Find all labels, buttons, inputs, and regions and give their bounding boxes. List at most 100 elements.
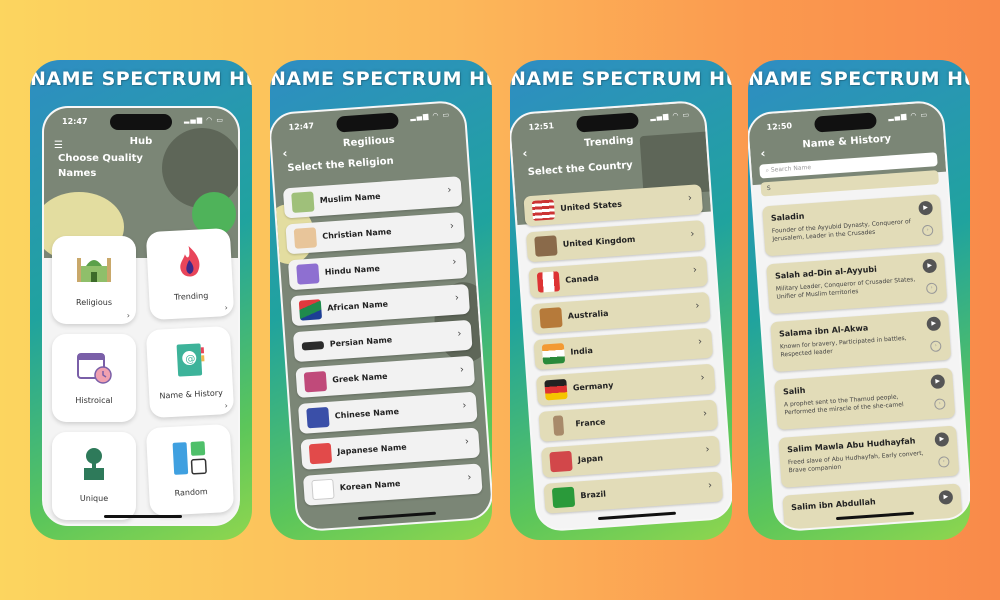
list-item-india[interactable]: India ›	[533, 327, 714, 371]
calendar-clock-icon	[77, 353, 112, 384]
play-icon[interactable]: ▶	[938, 489, 954, 505]
play-icon[interactable]: ▶	[930, 374, 946, 390]
tile-religious[interactable]: Religious ›	[52, 236, 136, 324]
info-icon[interactable]: ›	[933, 398, 946, 410]
swastika-icon	[296, 263, 320, 285]
germany-flag-icon	[544, 378, 568, 401]
play-icon[interactable]: ▶	[926, 316, 942, 332]
tile-random[interactable]: Random	[145, 423, 235, 517]
info-icon[interactable]: ›	[938, 456, 950, 468]
chevron-right-icon: ›	[702, 408, 708, 420]
south-africa-flag-icon	[298, 299, 323, 321]
list-item[interactable]: Salim ibn Abdullah ▶	[782, 483, 964, 533]
phone-name-history-screen: Name & History 12:50 ▂▄▆ ◠ ▭ ‹ ⌕ Search …	[748, 99, 970, 533]
list-item-hindu[interactable]: Hindu Name ›	[287, 247, 468, 291]
greek-helmet-icon	[303, 370, 328, 393]
page-subtitle: Select the Religion	[287, 155, 395, 175]
chevron-right-icon: ›	[224, 401, 229, 411]
page-subtitle: Select the Country	[527, 159, 634, 179]
list-item[interactable]: Salah ad-Din al-Ayyubi Military Leader, …	[766, 251, 948, 315]
home-indicator	[357, 511, 436, 521]
tile-name-history[interactable]: @ Name & History ›	[145, 325, 235, 419]
list-item-france[interactable]: France ›	[538, 399, 719, 442]
promo-card-hub: NAME SPECTRUM HUB Hub ☰ Choose Quality N…	[30, 60, 252, 540]
brazil-flag-icon	[551, 486, 576, 509]
squares-grid-icon	[172, 441, 207, 475]
chevron-right-icon: ›	[126, 311, 130, 320]
promo-card-religious: NAME SPECTRUM HUB 12:47 ▂▄▆ ◠ ▭ ‹ Regili…	[270, 60, 492, 540]
promo-card-trending: NAME SPECTRUM HUB Trending Select the Co…	[510, 60, 732, 540]
brand-title: NAME SPECTRUM HUB	[30, 68, 252, 90]
list-item-greek[interactable]: Greek Name ›	[295, 355, 476, 399]
name-history-list: Saladin Founder of the Ayyubid Dynasty, …	[762, 194, 964, 533]
mosque-icon	[291, 191, 315, 213]
list-item-korean[interactable]: Korean Name ›	[302, 463, 483, 506]
chevron-right-icon: ›	[707, 480, 713, 492]
list-item[interactable]: Saladin Founder of the Ayyubid Dynasty, …	[762, 194, 944, 257]
mosque-icon	[77, 258, 111, 282]
list-item-chinese[interactable]: Chinese Name ›	[297, 391, 478, 434]
tile-historical[interactable]: Histroical	[52, 334, 136, 422]
chevron-right-icon: ›	[692, 264, 698, 276]
korea-flag-icon	[311, 478, 335, 501]
play-icon[interactable]: ▶	[934, 432, 950, 447]
chevron-right-icon: ›	[449, 220, 455, 232]
india-flag-icon	[541, 343, 566, 365]
brand-title: NAME SPECTRUM HUB	[270, 68, 492, 90]
info-icon[interactable]: ›	[921, 224, 934, 237]
list-item-canada[interactable]: Canada ›	[528, 255, 709, 299]
list-item[interactable]: Salim Mawla Abu Hudhayfah Freed slave of…	[778, 425, 960, 488]
phone-hub-screen: Hub ☰ Choose Quality Names 12:47 ▂▄▆ ◠ ▭…	[42, 106, 240, 526]
list-item-united-kingdom[interactable]: United Kingdom ›	[525, 220, 706, 263]
tree-box-icon	[84, 448, 104, 480]
tower-bridge-icon	[534, 235, 558, 257]
list-item[interactable]: Salih A prophet sent to the Thamud peopl…	[774, 367, 956, 430]
chevron-right-icon: ›	[457, 328, 462, 340]
back-arrow-icon[interactable]: ‹	[760, 146, 766, 160]
pagoda-icon	[549, 450, 573, 473]
faravahar-icon	[301, 341, 325, 351]
svg-text:@: @	[185, 354, 196, 366]
list-item-germany[interactable]: Germany ›	[535, 363, 716, 407]
play-icon[interactable]: ▶	[918, 200, 934, 216]
tile-unique[interactable]: Unique	[52, 432, 136, 520]
flame-icon	[180, 246, 200, 277]
page-subtitle: Choose Quality Names	[58, 153, 143, 179]
chevron-right-icon: ›	[687, 192, 693, 205]
chevron-right-icon: ›	[690, 228, 695, 240]
chevron-right-icon: ›	[224, 303, 229, 313]
list-item-australia[interactable]: Australia ›	[530, 291, 711, 335]
chevron-right-icon: ›	[697, 336, 703, 348]
list-item[interactable]: Salama ibn Al-Akwa Known for bravery, Pa…	[770, 309, 952, 373]
phone-religious-screen: 12:47 ▂▄▆ ◠ ▭ ‹ Regilious Select the Rel…	[270, 99, 492, 533]
country-list: United States › United Kingdom › Canada › A…	[523, 184, 724, 520]
list-item-persian[interactable]: Persian Name ›	[292, 319, 473, 363]
brand-title: NAME SPECTRUM HUB	[748, 68, 970, 90]
list-item-african[interactable]: African Name ›	[290, 283, 471, 327]
chevron-right-icon: ›	[462, 400, 467, 412]
chevron-right-icon: ›	[464, 436, 470, 448]
back-arrow-icon[interactable]: ‹	[522, 146, 528, 160]
list-item-brazil[interactable]: Brazil ›	[543, 471, 724, 514]
kangaroo-icon	[539, 307, 563, 329]
church-icon	[293, 227, 318, 249]
home-indicator	[104, 515, 182, 518]
address-book-icon: @	[176, 343, 205, 377]
list-item-christian[interactable]: Christian Name ›	[285, 212, 466, 255]
tile-trending[interactable]: Trending ›	[145, 227, 235, 321]
chevron-right-icon: ›	[452, 256, 457, 268]
list-item-japanese[interactable]: Japanese Name ›	[300, 427, 481, 470]
menu-icon[interactable]: ☰	[54, 140, 63, 151]
torii-gate-icon	[308, 442, 333, 465]
page-title: Regilious	[342, 134, 396, 150]
page-title: Hub	[129, 136, 153, 147]
promo-card-name-history: NAME SPECTRUM HUB Name & History 12:50 ▂…	[748, 60, 970, 540]
list-item-japan[interactable]: Japan ›	[541, 435, 721, 478]
canada-flag-icon	[536, 271, 561, 293]
info-icon[interactable]: ›	[925, 282, 938, 295]
play-icon[interactable]: ▶	[922, 258, 938, 274]
us-flag-icon	[531, 199, 556, 221]
info-icon[interactable]: ›	[929, 340, 942, 353]
chevron-right-icon: ›	[447, 184, 452, 197]
chevron-right-icon: ›	[459, 364, 465, 376]
